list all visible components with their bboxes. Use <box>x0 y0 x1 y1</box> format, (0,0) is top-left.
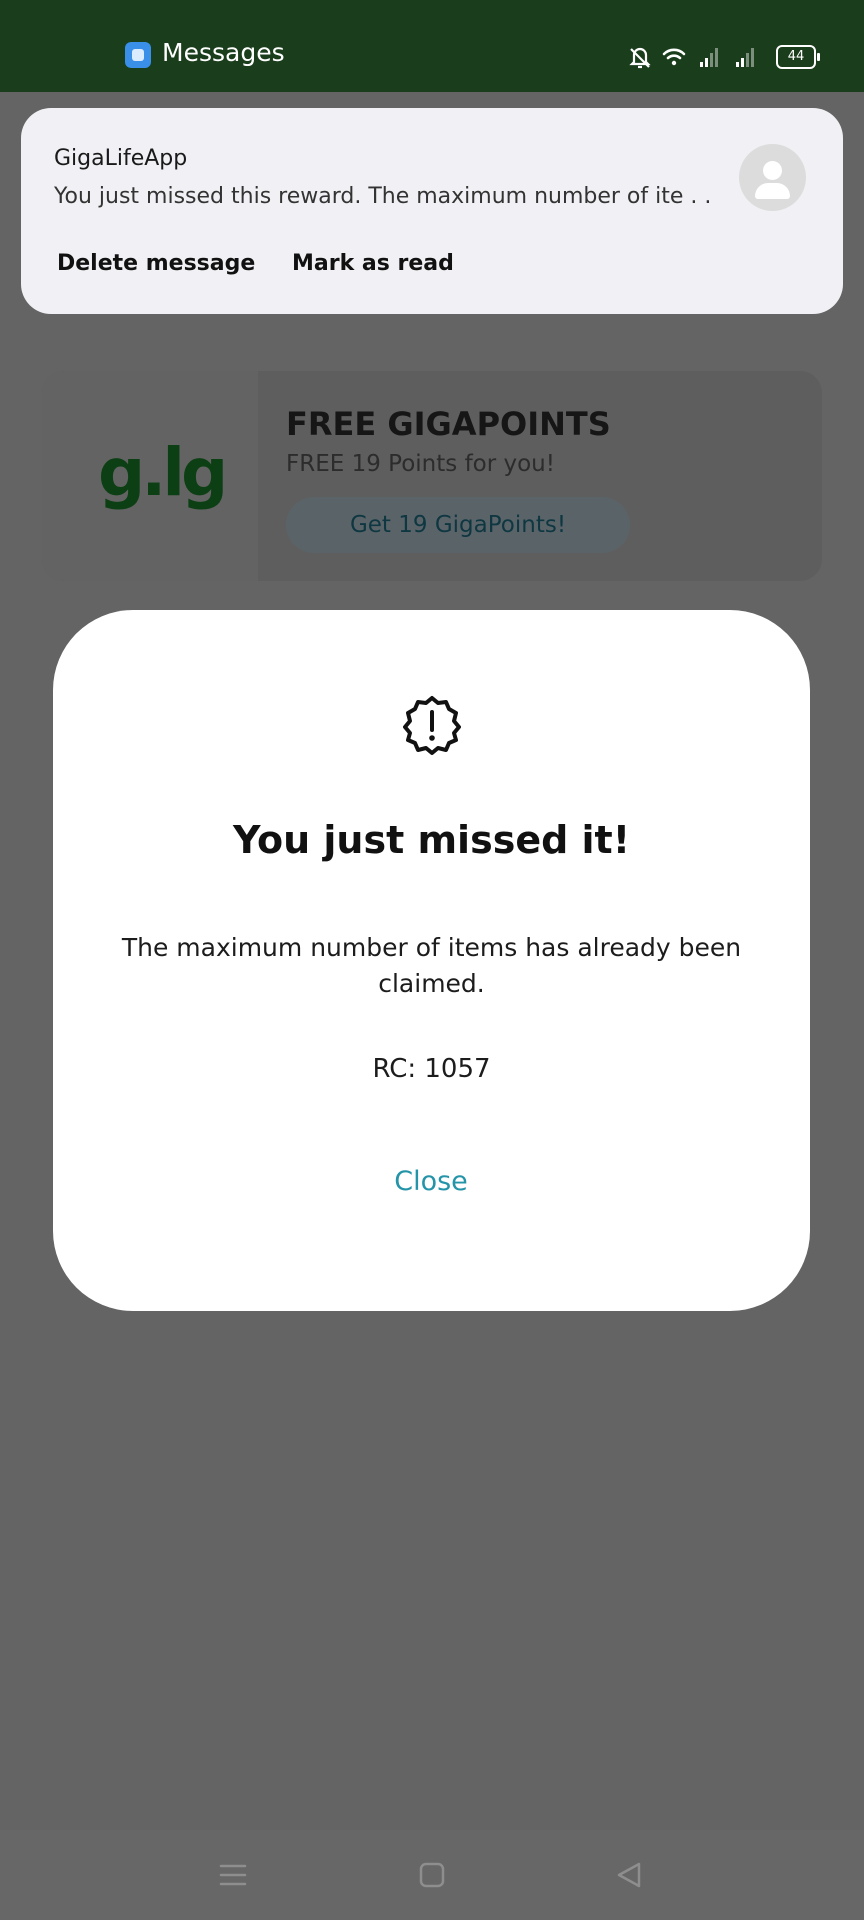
close-button[interactable]: Close <box>371 1157 491 1207</box>
alert-badge-icon <box>403 696 461 755</box>
status-bar: Messages 44 <box>0 0 864 92</box>
giga-logo: g.lg <box>98 434 228 511</box>
status-icons: 44 <box>628 40 820 72</box>
status-app-name: Messages <box>162 38 285 67</box>
wifi-icon <box>662 48 686 66</box>
message-notification[interactable]: GigaLifeApp You just missed this reward.… <box>21 108 843 314</box>
delete-message-button[interactable]: Delete message <box>57 251 255 276</box>
menu-icon[interactable] <box>216 1858 250 1892</box>
notification-body: You just missed this reward. The maximum… <box>54 184 712 209</box>
promo-subtitle: FREE 19 Points for you! <box>286 451 555 477</box>
notification-sender: GigaLifeApp <box>54 146 188 171</box>
reward-code: RC: 1057 <box>372 1054 491 1084</box>
navigation-bar <box>0 1830 864 1920</box>
dialog-title: You just missed it! <box>232 818 631 862</box>
bell-off-icon <box>629 47 651 69</box>
promo-title: FREE GIGAPOINTS <box>286 405 611 443</box>
mark-as-read-button[interactable]: Mark as read <box>292 251 454 276</box>
promo-card: g.lg FREE GIGAPOINTS FREE 19 Points for … <box>42 371 822 581</box>
missed-reward-dialog: You just missed it! The maximum number o… <box>53 610 810 1311</box>
person-icon <box>739 144 806 211</box>
promo-logo-area: g.lg <box>42 371 258 581</box>
home-icon[interactable] <box>415 1858 449 1892</box>
signal-icon <box>736 48 754 67</box>
messages-app-icon <box>125 42 151 68</box>
dialog-message: The maximum number of items has already … <box>121 933 742 998</box>
back-icon[interactable] <box>612 1858 646 1892</box>
get-gigapoints-button: Get 19 GigaPoints! <box>286 497 630 553</box>
signal-icon <box>700 48 718 67</box>
battery-icon: 44 <box>776 45 820 69</box>
